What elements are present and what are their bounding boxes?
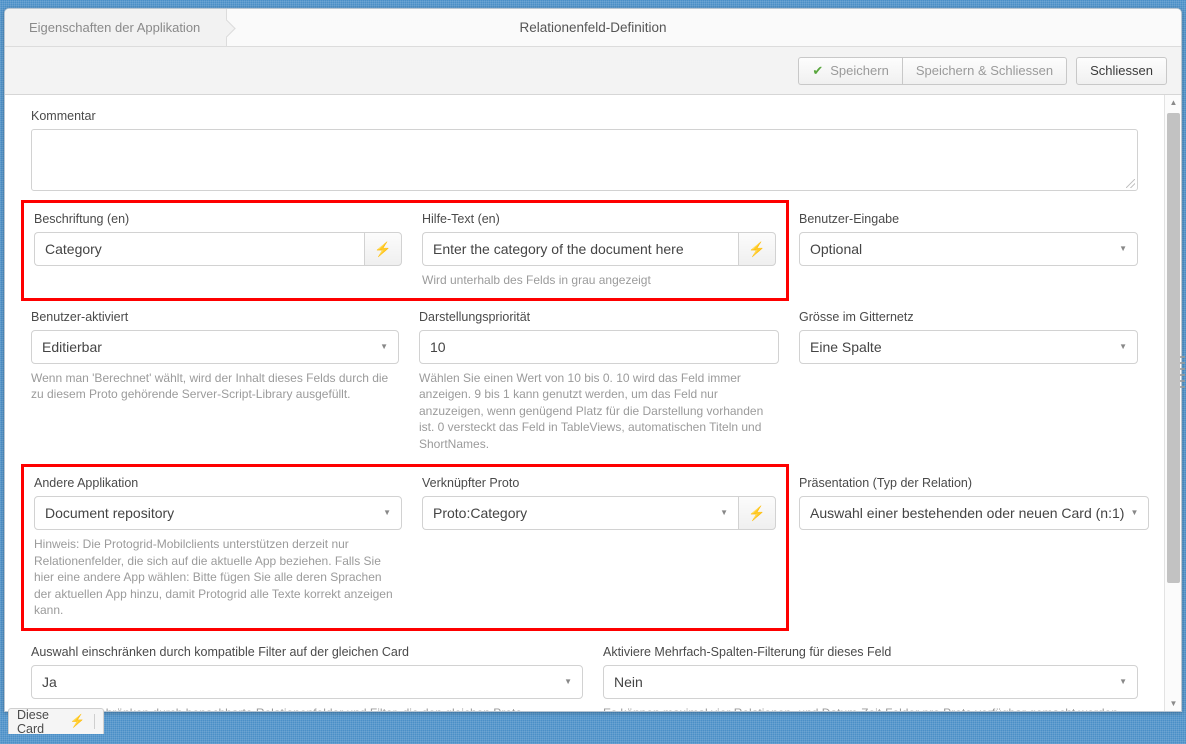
groesse-im-gitternetz-select[interactable]: Eine Spalte ▼ [799,329,1138,364]
chevron-down-icon: ▼ [1119,244,1127,253]
praesentation-select[interactable]: Auswahl einer bestehenden oder neuen Car… [799,496,1150,530]
highlight-box-labels: Beschriftung (en) Category ⚡ Hilfe-Text … [21,200,789,301]
chevron-down-icon: ▼ [1119,676,1127,686]
row-filter-settings: Auswahl einschränken durch kompatible Fi… [21,644,1148,712]
hilfetext-en-input[interactable]: Enter the category of the document here [422,232,738,266]
praesentation-label: Präsentation (Typ der Relation) [799,476,973,490]
andere-applikation-select[interactable]: Document repository ▼ [34,496,402,530]
status-bar-divider [94,714,95,729]
row-kommentar: Kommentar [21,109,1148,191]
bolt-icon-beschriftung[interactable]: ⚡ [364,232,402,266]
hilfetext-en-group: Enter the category of the document here … [422,232,776,266]
field-benutzer-aktiviert: Benutzer-aktiviert Editierbar ▼ Wenn man… [21,310,409,453]
window-title-text: Relationenfeld-Definition [519,20,667,35]
darstellungsprioritaet-hint: Wählen Sie einen Wert von 10 bis 0. 10 w… [419,370,764,451]
chevron-down-icon: ▼ [564,676,572,686]
field-kommentar: Kommentar [21,109,1148,191]
scroll-up-icon[interactable]: ▲ [1165,95,1181,110]
application-window: Eigenschaften der Applikation Relationen… [4,8,1182,712]
mehrfach-spalten-filterung-value: Nein [614,673,643,690]
andere-applikation-hint: Hinweis: Die Protogrid-Mobilclients unte… [34,537,393,617]
auswahl-einschraenken-hint: Anzeige einschränken durch benachbarte R… [31,705,583,712]
chevron-down-icon: ▼ [383,508,391,517]
field-hilfetext-en: Hilfe-Text (en) Enter the category of th… [412,212,786,289]
groesse-im-gitternetz-label: Grösse im Gitternetz [799,309,914,324]
hilfetext-en-hint: Wird unterhalb des Felds in grau angezei… [422,273,651,287]
auswahl-einschraenken-value: Ja [42,673,57,690]
save-and-close-button[interactable]: Speichern & Schliessen [901,56,1068,85]
scrollbar-thumb[interactable] [1167,113,1180,583]
form-content: Kommentar Beschriftung (en) Category ⚡ H… [5,95,1164,711]
kommentar-label: Kommentar [31,109,96,123]
benutzer-aktiviert-label: Benutzer-aktiviert [31,309,129,324]
mehrfach-spalten-filterung-label: Aktiviere Mehrfach-Spalten-Filterung für… [603,644,892,659]
bolt-icon-statusbar: ⚡ [69,714,86,728]
scroll-down-icon[interactable]: ▼ [1165,696,1181,711]
field-praesentation: Präsentation (Typ der Relation) Auswahl … [789,464,1159,631]
darstellungsprioritaet-label: Darstellungspriorität [419,309,531,324]
vertical-scrollbar[interactable]: ▲ ▼ [1164,95,1181,711]
darstellungsprioritaet-input[interactable]: 10 [419,329,779,364]
save-and-close-button-label: Speichern & Schliessen [915,63,1054,78]
field-auswahl-einschraenken: Auswahl einschränken durch kompatible Fi… [21,644,593,712]
field-andere-applikation: Andere Applikation Document repository ▼… [24,476,412,619]
praesentation-value: Auswahl einer bestehenden oder neuen Car… [810,505,1125,521]
window-resize-grip[interactable] [1180,356,1185,388]
beschriftung-en-group: Category ⚡ [34,232,402,266]
tab-eigenschaften-der-applikation[interactable]: Eigenschaften der Applikation [5,9,228,46]
form-body: Kommentar Beschriftung (en) Category ⚡ H… [5,95,1181,711]
auswahl-einschraenken-label: Auswahl einschränken durch kompatible Fi… [31,644,409,659]
row-andere-applikation: Andere Applikation Document repository ▼… [21,464,1150,631]
beschriftung-en-input[interactable]: Category [34,232,364,266]
benutzer-aktiviert-value: Editierbar [42,338,102,355]
field-beschriftung-en: Beschriftung (en) Category ⚡ [24,212,412,289]
verknuepfter-proto-value: Proto:Category [433,505,528,521]
field-verknuepfter-proto: Verknüpfter Proto Proto:Category ▼ ⚡ [412,476,786,619]
hilfetext-en-label: Hilfe-Text (en) [422,212,500,226]
field-benutzer-eingabe: Benutzer-Eingabe Optional ▼ [789,200,1148,301]
benutzer-eingabe-select[interactable]: Optional ▼ [799,232,1138,266]
close-button[interactable]: Schliessen [1076,56,1167,85]
tab-bar: Eigenschaften der Applikation Relationen… [5,9,1181,47]
andere-applikation-value: Document repository [45,505,175,521]
field-mehrfach-spalten-filterung: Aktiviere Mehrfach-Spalten-Filterung für… [593,644,1148,712]
check-icon: ✔ [812,63,824,78]
benutzer-eingabe-label: Benutzer-Eingabe [799,212,900,226]
chevron-down-icon: ▼ [1119,341,1127,351]
verknuepfter-proto-label: Verknüpfter Proto [422,476,520,490]
status-bar-label: Diese Card [17,707,49,736]
kommentar-textarea[interactable] [31,129,1138,191]
tab-label: Eigenschaften der Applikation [29,20,201,35]
chevron-down-icon: ▼ [720,508,728,517]
close-button-label: Schliessen [1090,63,1153,78]
toolbar: ✔ Speichern Speichern & Schliessen Schli… [5,47,1181,95]
benutzer-aktiviert-select[interactable]: Editierbar ▼ [31,329,399,364]
save-button[interactable]: ✔ Speichern [798,56,902,85]
mehrfach-spalten-filterung-select[interactable]: Nein ▼ [603,664,1138,699]
verknuepfter-proto-select[interactable]: Proto:Category ▼ [422,496,738,530]
andere-applikation-label: Andere Applikation [34,476,139,490]
auswahl-einschraenken-select[interactable]: Ja ▼ [31,664,583,699]
groesse-im-gitternetz-value: Eine Spalte [810,338,882,355]
beschriftung-en-label: Beschriftung (en) [34,212,130,226]
save-button-label: Speichern [830,63,889,78]
benutzer-eingabe-value: Optional [810,241,863,257]
chevron-down-icon: ▼ [380,341,388,351]
row-beschriftung-hilfetext: Beschriftung (en) Category ⚡ Hilfe-Text … [21,200,1148,301]
verknuepfter-proto-group: Proto:Category ▼ ⚡ [422,496,776,530]
field-darstellungsprioritaet: Darstellungspriorität 10 Wählen Sie eine… [409,310,789,453]
chevron-down-icon: ▼ [1130,508,1139,517]
highlight-box-relation: Andere Applikation Document repository ▼… [21,464,789,631]
bolt-icon-verknuepfter-proto[interactable]: ⚡ [738,496,776,530]
field-groesse-im-gitternetz: Grösse im Gitternetz Eine Spalte ▼ [789,310,1148,453]
status-bar-diese-card[interactable]: Diese Card ⚡ [8,707,104,736]
mehrfach-spalten-filterung-hint: Es können maximal vier Relationen- und D… [603,705,1138,712]
bolt-icon-hilfetext[interactable]: ⚡ [738,232,776,266]
row-benutzeraktiviert: Benutzer-aktiviert Editierbar ▼ Wenn man… [21,301,1148,453]
benutzer-aktiviert-hint: Wenn man 'Berechnet' wählt, wird der Inh… [31,370,389,402]
